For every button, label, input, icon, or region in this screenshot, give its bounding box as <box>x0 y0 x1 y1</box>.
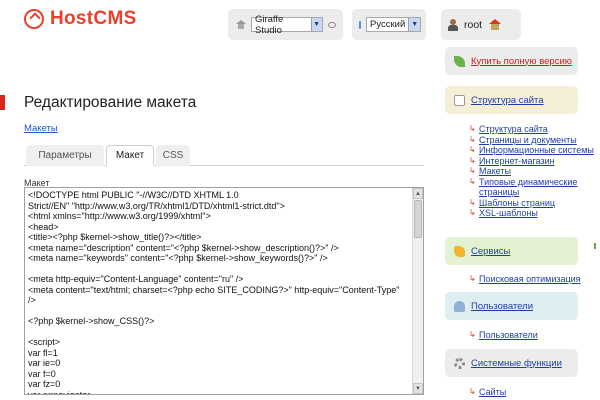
sidebar-buy: Купить полную версию <box>445 47 578 75</box>
buy-full-version-link[interactable]: Купить полную версию <box>471 56 572 67</box>
structure-link[interactable]: Структура сайта <box>471 95 544 106</box>
sidebar-item-sites[interactable]: Сайты <box>479 387 506 398</box>
tab-bar: Параметры Макет CSS <box>24 145 424 166</box>
leaf-icon <box>454 55 465 67</box>
logo-text: HostCMS <box>50 8 137 29</box>
site-switcher: Giraffe Studio ▼ <box>228 9 343 40</box>
system-sublist: ↳ Сайты <box>469 387 507 398</box>
sidebar-item-layouts[interactable]: Макеты <box>479 166 511 177</box>
sidebar-section-services: Сервисы <box>445 237 578 265</box>
structure-icon <box>454 94 465 106</box>
section-marker <box>0 95 5 110</box>
users-link[interactable]: Пользователи <box>471 301 533 312</box>
chevron-down-icon[interactable]: ▼ <box>408 18 421 31</box>
sidebar-item-shop[interactable]: Интернет-магазин <box>479 156 555 167</box>
scroll-up-icon[interactable]: ▲ <box>413 188 423 199</box>
sidebar-item-dynamic-pages[interactable]: Типовые динамические страницы <box>479 177 579 198</box>
user-box: root <box>441 9 521 40</box>
speech-bubble-icon <box>359 20 361 29</box>
system-functions-link[interactable]: Системные функции <box>471 358 562 369</box>
green-tick <box>594 243 596 249</box>
sidebar-item-structure[interactable]: Структура сайта <box>479 124 548 135</box>
tab-layout[interactable]: Макет <box>106 145 154 166</box>
sidebar-section-users: Пользователи <box>445 292 578 320</box>
structure-sublist: ↳ Структура сайта ↳ Страницы и документы ↳… <box>469 124 594 219</box>
sidebar-item-infosystems[interactable]: Информационные системы <box>479 145 594 156</box>
site-select-value: Giraffe Studio <box>254 13 284 36</box>
sidebar-item-users[interactable]: Пользователи <box>479 330 538 341</box>
users-icon <box>454 300 465 312</box>
users-sublist: ↳ Пользователи <box>469 330 538 341</box>
scroll-thumb[interactable] <box>414 200 422 238</box>
house-icon <box>235 19 246 30</box>
sidebar-section-system: Системные функции <box>445 349 578 377</box>
sidebar-item-page-templates[interactable]: Шаблоны страниц <box>479 198 555 209</box>
language-select[interactable]: Русский ▼ <box>366 17 422 32</box>
language-select-value: Русский <box>370 19 406 30</box>
logo-icon <box>24 9 44 29</box>
services-icon <box>454 245 465 257</box>
sidebar-item-xsl-templates[interactable]: XSL-шаблоны <box>479 208 538 219</box>
home-icon[interactable] <box>489 19 502 30</box>
sidebar-section-structure: Структура сайта <box>445 86 578 114</box>
site-select[interactable]: Giraffe Studio ▼ <box>250 14 323 36</box>
eye-icon[interactable] <box>327 21 336 28</box>
hostcms-logo[interactable]: HostCMS <box>24 8 137 30</box>
editor-scrollbar[interactable]: ▲ ▼ <box>412 188 423 394</box>
sidebar-item-pages[interactable]: Страницы и документы <box>479 135 577 146</box>
services-sublist: ↳ Поисковая оптимизация <box>469 274 581 285</box>
scroll-down-icon[interactable]: ▼ <box>413 383 423 394</box>
services-link[interactable]: Сервисы <box>471 246 510 257</box>
tab-parameters[interactable]: Параметры <box>26 145 104 166</box>
user-icon <box>448 18 458 31</box>
layout-code-text[interactable]: <!DOCTYPE html PUBLIC "-//W3C//DTD XHTML… <box>28 190 408 394</box>
user-name: root <box>464 18 483 31</box>
gear-icon <box>454 357 465 369</box>
chevron-down-icon[interactable]: ▼ <box>310 18 322 31</box>
tab-css[interactable]: CSS <box>156 145 190 166</box>
layout-code-editor[interactable]: <!DOCTYPE html PUBLIC "-//W3C//DTD XHTML… <box>24 187 424 395</box>
language-switcher: Русский ▼ <box>352 9 426 40</box>
breadcrumb-layouts[interactable]: Макеты <box>24 123 58 134</box>
page-title: Редактирование макета <box>24 94 197 111</box>
sidebar-item-seo[interactable]: Поисковая оптимизация <box>479 274 581 285</box>
